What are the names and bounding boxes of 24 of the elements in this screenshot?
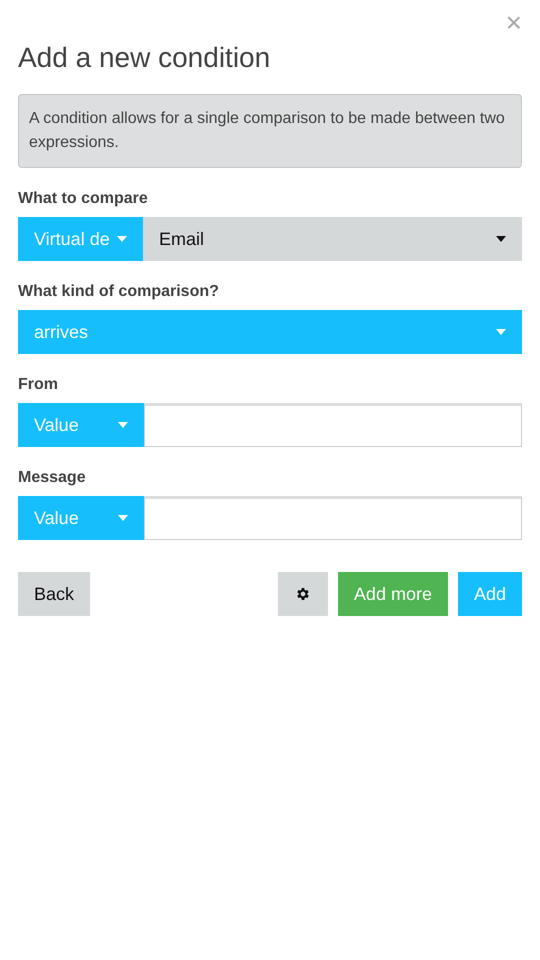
dialog-title: Add a new condition (18, 42, 272, 74)
caret-icon (118, 515, 128, 521)
settings-icon (294, 586, 311, 602)
field-dropdown[interactable]: Email (143, 217, 522, 261)
caret-icon (496, 329, 506, 335)
caret-icon (496, 236, 506, 242)
settings-button[interactable] (278, 572, 328, 616)
comparison-dropdown[interactable]: arrives (18, 310, 522, 354)
field-label: What kind of comparison? (18, 283, 220, 301)
field-label: From (18, 376, 59, 394)
back-button[interactable]: Back (18, 572, 90, 616)
field-label: Message (18, 469, 87, 487)
add-button[interactable]: Add (458, 572, 522, 616)
type-dropdown[interactable]: Value (18, 496, 144, 540)
info-message: A condition allows for a single comparison to be made between two expressions. (18, 94, 522, 168)
input-field[interactable] (144, 496, 522, 540)
type-dropdown[interactable]: Virtual de (18, 217, 143, 261)
caret-icon (117, 236, 127, 242)
caret-icon (118, 422, 128, 428)
type-dropdown[interactable]: Value (18, 403, 144, 447)
add-more-button[interactable]: Add more (338, 572, 448, 616)
input-field[interactable] (144, 403, 522, 447)
field-label: What to compare (18, 190, 149, 208)
close-button[interactable]: × (506, 8, 522, 38)
